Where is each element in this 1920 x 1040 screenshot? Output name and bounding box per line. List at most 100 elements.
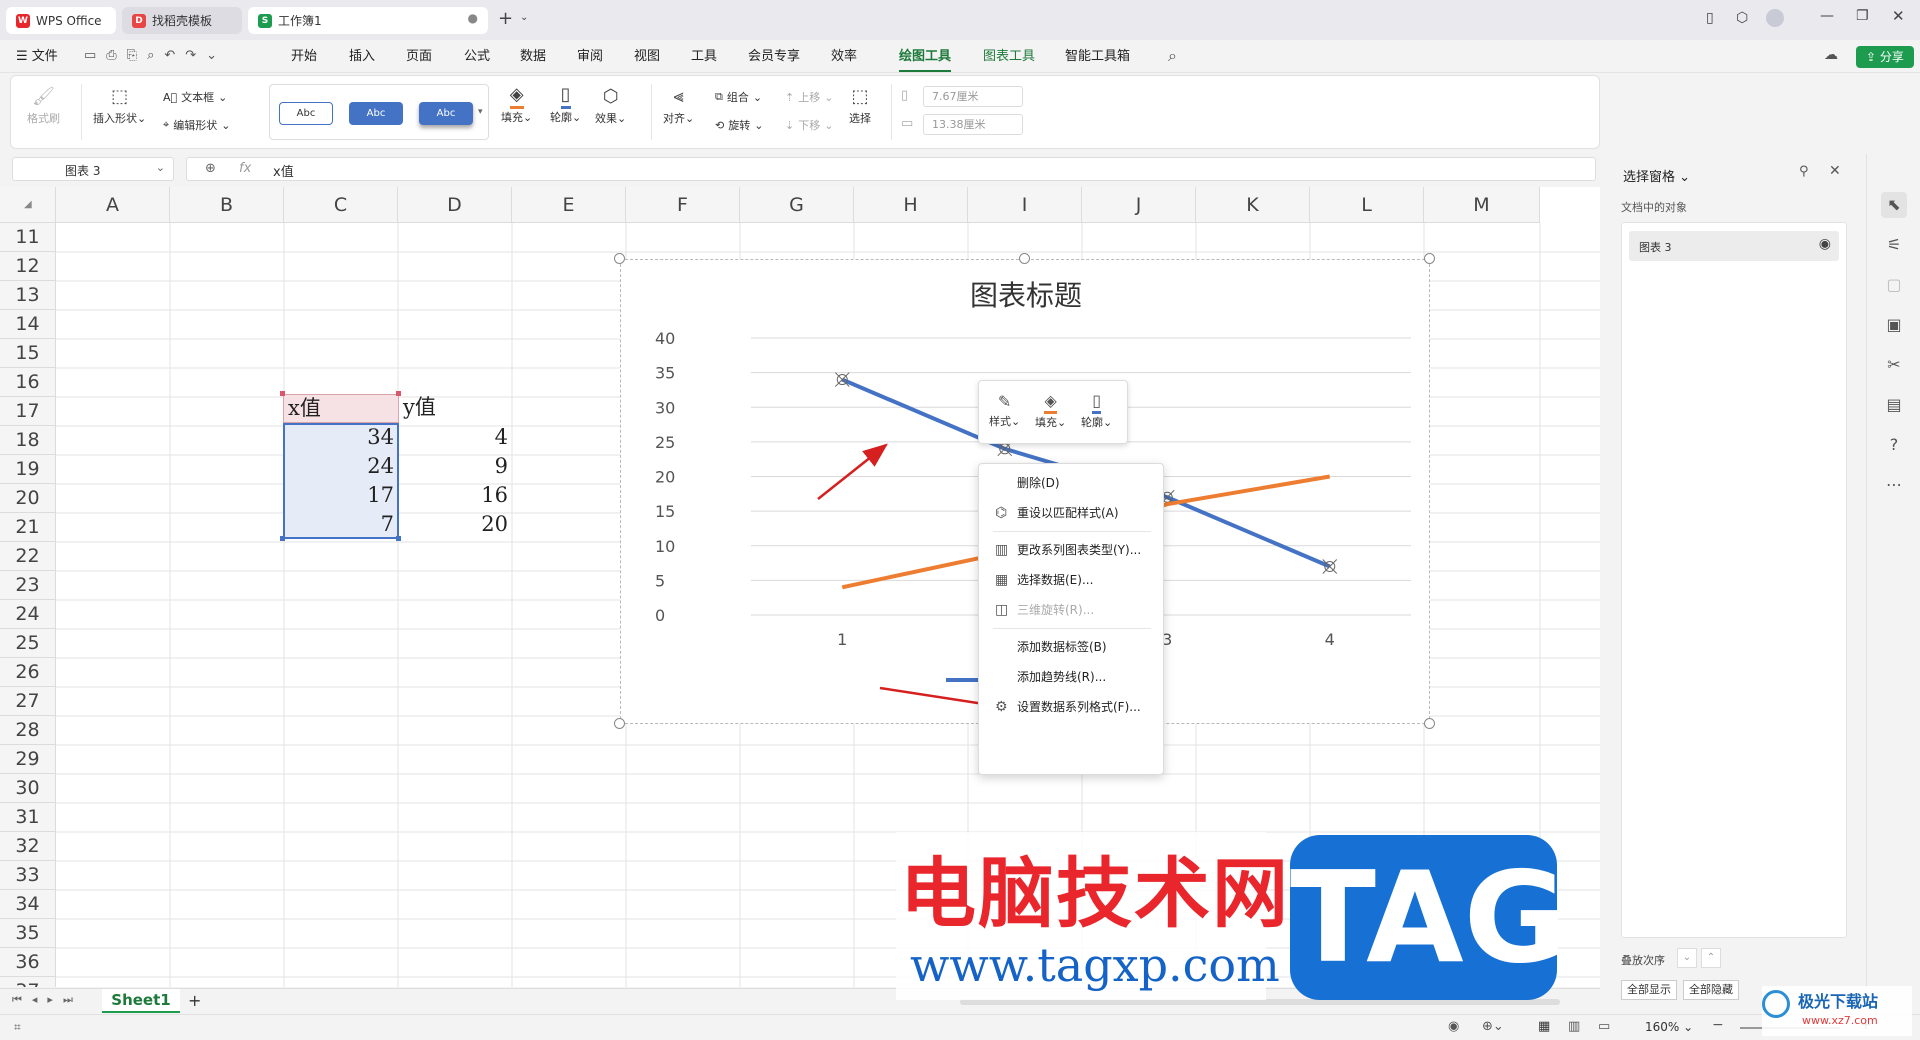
context-menu-item[interactable]: ⌬ 重设以匹配样式(A) — [979, 498, 1165, 528]
view-settings-icon[interactable]: ⊕⌄ — [1482, 1019, 1504, 1034]
context-menu-item[interactable]: 删除(D) — [979, 468, 1165, 498]
group-button[interactable]: ⧉ 组合 ⌄ — [715, 89, 762, 105]
eye-icon[interactable]: ◉ — [1819, 236, 1831, 252]
menu-drawing-tools[interactable]: 绘图工具 — [899, 48, 952, 72]
context-menu-item[interactable]: ◫ 三维旋转(R)... — [979, 595, 1165, 625]
fill-button[interactable]: ◈ 填充⌄ — [501, 84, 532, 125]
mini-fill-button[interactable]: ◈ 填充⌄ — [1035, 391, 1066, 430]
cloud-icon[interactable]: ☁ — [1824, 47, 1838, 63]
rotate-button[interactable]: ⟲ 旋转 ⌄ — [715, 117, 763, 133]
tab-template[interactable]: D 找稻壳模板 — [122, 7, 242, 34]
avatar[interactable] — [1766, 9, 1784, 27]
close-icon[interactable]: ✕ — [1829, 163, 1841, 179]
tab-list-chevron-icon[interactable]: ⌄ — [520, 12, 528, 23]
send-backward-button[interactable]: ⇣ 下移 ⌄ — [785, 117, 833, 133]
format-series-icon: ⚙ — [995, 699, 1008, 715]
sheet-tab-sheet1[interactable]: Sheet1 — [102, 989, 180, 1013]
object-item-chart3[interactable]: 图表 3 ◉ — [1629, 231, 1839, 261]
select-button[interactable]: ⬚ 选择 — [849, 84, 871, 126]
page-icon[interactable]: ▢ — [1881, 272, 1907, 298]
add-sheet-icon[interactable]: + — [188, 991, 201, 1010]
arrow-to-line — [817, 443, 888, 500]
show-all-button[interactable]: 全部显示 — [1621, 980, 1677, 1000]
file-menu[interactable]: ☰ 文件 — [16, 48, 58, 66]
menu-tools[interactable]: 工具 — [691, 48, 717, 66]
tab-close-dot-icon[interactable]: ● — [468, 11, 478, 25]
adjust-sliders-icon[interactable]: ⚟ — [1881, 232, 1907, 258]
menu-member[interactable]: 会员专享 — [748, 48, 800, 66]
sheet-nav-arrows-icon[interactable]: ⏮◂▸⏭ — [12, 993, 83, 1007]
shape-width-field[interactable]: 7.67厘米 — [923, 86, 1023, 107]
formula-input[interactable]: ⊕ fx x值 — [186, 157, 1596, 181]
menu-insert[interactable]: 插入 — [349, 48, 375, 66]
layout-icon[interactable]: ▯ — [1706, 10, 1714, 26]
restore-icon[interactable]: ❐ — [1856, 8, 1869, 24]
format-painter-button[interactable]: 🖌 格式刷 — [27, 84, 60, 126]
image-edit-icon[interactable]: ▣ — [1881, 312, 1907, 338]
share-button[interactable]: ⇪ 分享 — [1856, 46, 1914, 68]
order-down-button[interactable]: ⌄ — [1677, 948, 1697, 968]
menu-view[interactable]: 视图 — [634, 48, 660, 66]
text-box-button[interactable]: A⃞ 文本框 ⌄ — [163, 89, 227, 105]
more-icon[interactable]: ⋯ — [1881, 472, 1907, 498]
tools-icon[interactable]: ✂ — [1881, 352, 1907, 378]
style-filled[interactable]: Abc — [349, 102, 403, 125]
tab-wps-office[interactable]: W WPS Office — [6, 7, 116, 34]
menu-smart-toolbox[interactable]: 智能工具箱 — [1065, 48, 1130, 66]
context-menu-item[interactable]: ⚙ 设置数据系列格式(F)... — [979, 692, 1165, 722]
fx-icon[interactable]: fx — [239, 161, 251, 176]
menu-efficiency[interactable]: 效率 — [831, 48, 857, 66]
mini-style-button[interactable]: ✎ 样式⌄ — [989, 391, 1020, 429]
menu-chart-tools[interactable]: 图表工具 — [983, 48, 1035, 66]
menu-formula[interactable]: 公式 — [464, 48, 490, 66]
new-tab-plus-icon[interactable]: + — [498, 8, 513, 29]
context-menu-item[interactable]: ▦ 选择数据(E)... — [979, 565, 1165, 595]
zoom-formula-icon[interactable]: ⊕ — [205, 161, 216, 176]
menu-page[interactable]: 页面 — [406, 48, 432, 66]
context-menu-item[interactable]: ▥ 更改系列图表类型(Y)... — [979, 535, 1165, 565]
hide-all-button[interactable]: 全部隐藏 — [1683, 980, 1739, 1000]
edit-shape-button[interactable]: ⌖ 编辑形状 ⌄ — [163, 117, 230, 133]
cube-icon[interactable]: ⬡ — [1736, 10, 1748, 26]
group-icon: ⧉ — [715, 90, 723, 103]
pin-icon[interactable]: ⚲ — [1799, 164, 1809, 179]
align-button[interactable]: ⫷ 对齐⌄ — [663, 84, 694, 126]
normal-view-icon[interactable]: ▦ — [1538, 1019, 1550, 1034]
watermark-tag-logo: TAG — [1290, 835, 1567, 1000]
zoom-level[interactable]: 160% ⌄ — [1645, 1020, 1693, 1034]
tab-workbook[interactable]: S 工作簿1 ● — [248, 7, 488, 34]
search-icon[interactable]: ⌕ — [1168, 46, 1177, 66]
outline-button[interactable]: ▯ 轮廓⌄ — [550, 84, 581, 125]
menu-data[interactable]: 数据 — [520, 48, 546, 66]
stack-order-label: 叠放次序 — [1621, 954, 1665, 967]
menu-review[interactable]: 审阅 — [577, 48, 603, 66]
close-icon[interactable]: ✕ — [1892, 7, 1905, 25]
book-icon[interactable]: ▤ — [1881, 392, 1907, 418]
eye-protect-icon[interactable]: ◉ — [1448, 1019, 1459, 1034]
bring-forward-button[interactable]: ⇡ 上移 ⌄ — [785, 89, 833, 105]
chevron-down-icon[interactable]: ⌄ — [156, 161, 165, 174]
macro-icon[interactable]: ⌗ — [14, 1020, 21, 1035]
menu-start[interactable]: 开始 — [291, 48, 317, 66]
shape-height-field[interactable]: 13.38厘米 — [923, 114, 1023, 135]
minimize-icon[interactable]: — — [1820, 8, 1834, 24]
name-box[interactable]: 图表 3 ⌄ — [12, 157, 174, 181]
style-outline[interactable]: Abc — [279, 102, 333, 125]
quick-access-icons[interactable]: ▭⎙⎘⌕↶↷⌄ — [84, 48, 227, 63]
effect-button[interactable]: ⬡ 效果⌄ — [595, 84, 626, 126]
gallery-more-icon[interactable]: ▾ — [478, 107, 483, 117]
context-menu-item[interactable]: 添加趋势线(R)... — [979, 662, 1165, 692]
select-pointer-icon[interactable]: ⬉ — [1881, 192, 1907, 218]
page-layout-icon[interactable]: ▥ — [1568, 1019, 1580, 1034]
spreadsheet-icon: S — [258, 13, 272, 28]
style-shadow[interactable]: Abc — [419, 102, 473, 125]
help-icon[interactable]: ? — [1881, 432, 1907, 458]
zoom-out-icon[interactable]: − — [1712, 1017, 1724, 1033]
mini-outline-button[interactable]: ▯ 轮廓⌄ — [1081, 391, 1112, 430]
insert-shape-button[interactable]: ⬚ 插入形状⌄ — [93, 84, 146, 126]
page-break-icon[interactable]: ▭ — [1598, 1019, 1610, 1034]
context-menu-item[interactable]: 添加数据标签(B) — [979, 632, 1165, 662]
outline-icon: ▯ — [1092, 391, 1102, 414]
insert-shape-label: 插入形状⌄ — [93, 112, 147, 125]
order-up-button[interactable]: ⌃ — [1701, 948, 1721, 968]
